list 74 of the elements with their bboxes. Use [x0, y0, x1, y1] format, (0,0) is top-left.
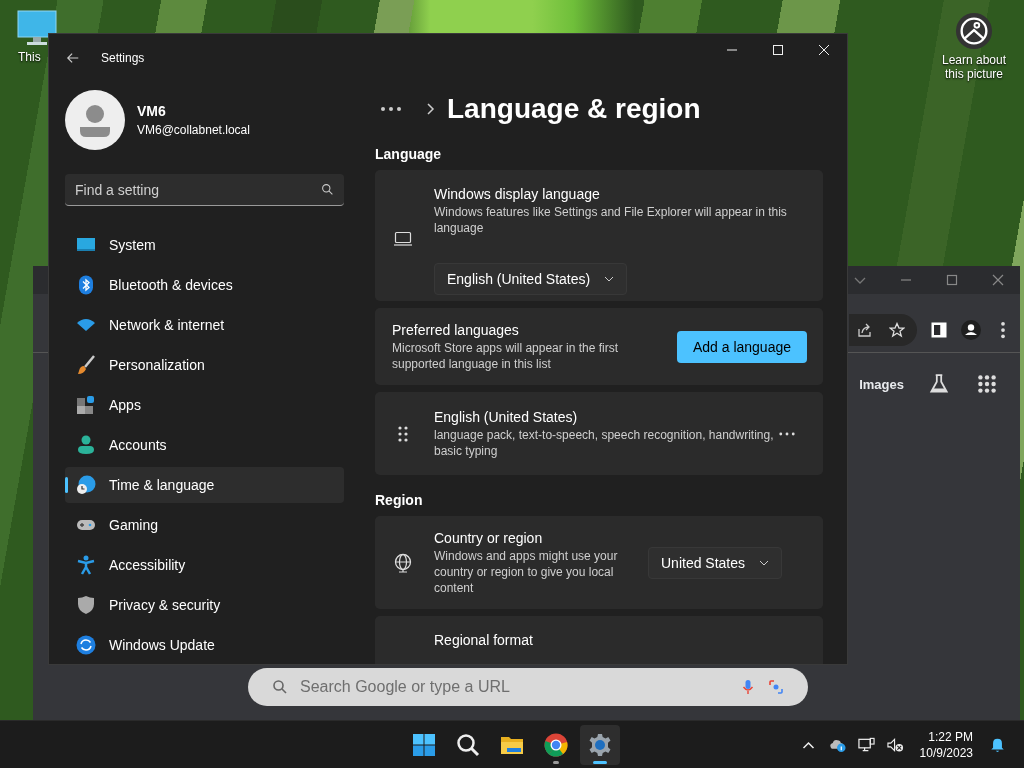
- nav-item[interactable]: System: [65, 227, 344, 263]
- nav-item[interactable]: Gaming: [65, 507, 344, 543]
- accessibility-icon: [76, 555, 96, 575]
- brush-icon: [76, 355, 96, 375]
- more-icon[interactable]: [379, 105, 403, 113]
- card-title: Regional format: [434, 632, 534, 648]
- address-bar[interactable]: [849, 314, 917, 346]
- user-email: VM6@collabnet.local: [137, 123, 250, 137]
- nav-item[interactable]: Network & internet: [65, 307, 344, 343]
- side-panel-icon[interactable]: [929, 320, 949, 340]
- card-title: English (United States): [434, 408, 579, 425]
- add-language-button[interactable]: Add a language: [676, 330, 807, 363]
- share-icon[interactable]: [857, 322, 873, 338]
- landscape-icon[interactable]: [955, 12, 993, 50]
- search-icon[interactable]: [321, 183, 334, 196]
- search-icon: [272, 679, 288, 695]
- windows-logo-icon: [412, 732, 436, 757]
- flask-icon[interactable]: [928, 373, 950, 395]
- globe-clock-icon: [76, 475, 96, 495]
- page-title: Language & region: [447, 93, 701, 125]
- gear-icon: [588, 732, 612, 757]
- microphone-icon[interactable]: [740, 679, 756, 695]
- search-placeholder: Search Google or type a URL: [300, 678, 511, 696]
- window-title: Settings: [101, 51, 145, 65]
- person-icon: [76, 435, 96, 455]
- chevron-down-icon: [759, 559, 770, 566]
- star-icon[interactable]: [889, 322, 905, 338]
- nav-item[interactable]: Privacy & security: [65, 587, 344, 623]
- chevron-right-icon: [425, 102, 435, 116]
- learn-about-picture-link[interactable]: Learn about this picture: [934, 53, 1014, 81]
- card-title: Windows display language: [434, 186, 601, 202]
- user-name: VM6: [137, 103, 167, 119]
- section-heading: Region: [375, 492, 424, 508]
- card-description: Microsoft Store apps will appear in the first supported language in this list: [392, 339, 620, 372]
- card-description: language pack, text-to-speech, speech recognition, handwriting, basic typing: [434, 426, 775, 459]
- monitor-icon[interactable]: [16, 10, 58, 46]
- browser-logo-icon: [544, 732, 568, 757]
- bell-icon[interactable]: [989, 736, 1006, 753]
- taskbar-button[interactable]: [580, 724, 620, 765]
- images-link[interactable]: Images: [859, 376, 904, 392]
- chevron-down-icon: [604, 276, 615, 282]
- back-arrow-icon[interactable]: [66, 51, 80, 65]
- country-dropdown[interactable]: United States: [648, 546, 783, 579]
- apps-icon: [76, 395, 96, 415]
- bluetooth-icon: [76, 275, 96, 295]
- avatar[interactable]: [65, 90, 125, 150]
- wired-network-icon[interactable]: [857, 736, 875, 753]
- card-description: Windows features like Settings and File Explorer will appear in this language: [434, 204, 788, 236]
- more-options-icon[interactable]: [779, 431, 795, 436]
- card-description: Windows and apps might use your country or region to give you local content: [434, 547, 619, 596]
- camera-lens-icon[interactable]: [768, 679, 784, 695]
- clock[interactable]: 1:22 PM 10/9/2023: [919, 728, 973, 761]
- nav-item[interactable]: Apps: [65, 387, 344, 423]
- card-title: Preferred languages: [392, 321, 520, 338]
- search-icon: [456, 732, 480, 757]
- nav-item[interactable]: Accounts: [65, 427, 344, 463]
- close-icon[interactable]: [990, 272, 1006, 288]
- section-heading: Language: [375, 146, 443, 162]
- language-dropdown[interactable]: English (United States): [434, 263, 628, 295]
- profile-icon[interactable]: [961, 320, 981, 340]
- search-field[interactable]: Search Google or type a URL: [248, 668, 808, 706]
- search-field[interactable]: Find a setting: [65, 174, 344, 206]
- nav-item[interactable]: Windows Update: [65, 627, 344, 663]
- nav-item[interactable]: Bluetooth & devices: [65, 267, 344, 303]
- update-icon: [76, 635, 96, 655]
- apps-grid-icon[interactable]: [976, 373, 998, 395]
- nav-item[interactable]: Time & language: [65, 467, 344, 503]
- desktop-icon-label[interactable]: This: [18, 50, 41, 64]
- nav-item[interactable]: Personalization: [65, 347, 344, 383]
- nav-item[interactable]: Accessibility: [65, 547, 344, 583]
- speaker-muted-icon[interactable]: [886, 736, 904, 753]
- card-title: Country or region: [434, 529, 544, 546]
- shield-icon: [76, 595, 96, 615]
- globe-icon: [393, 552, 413, 573]
